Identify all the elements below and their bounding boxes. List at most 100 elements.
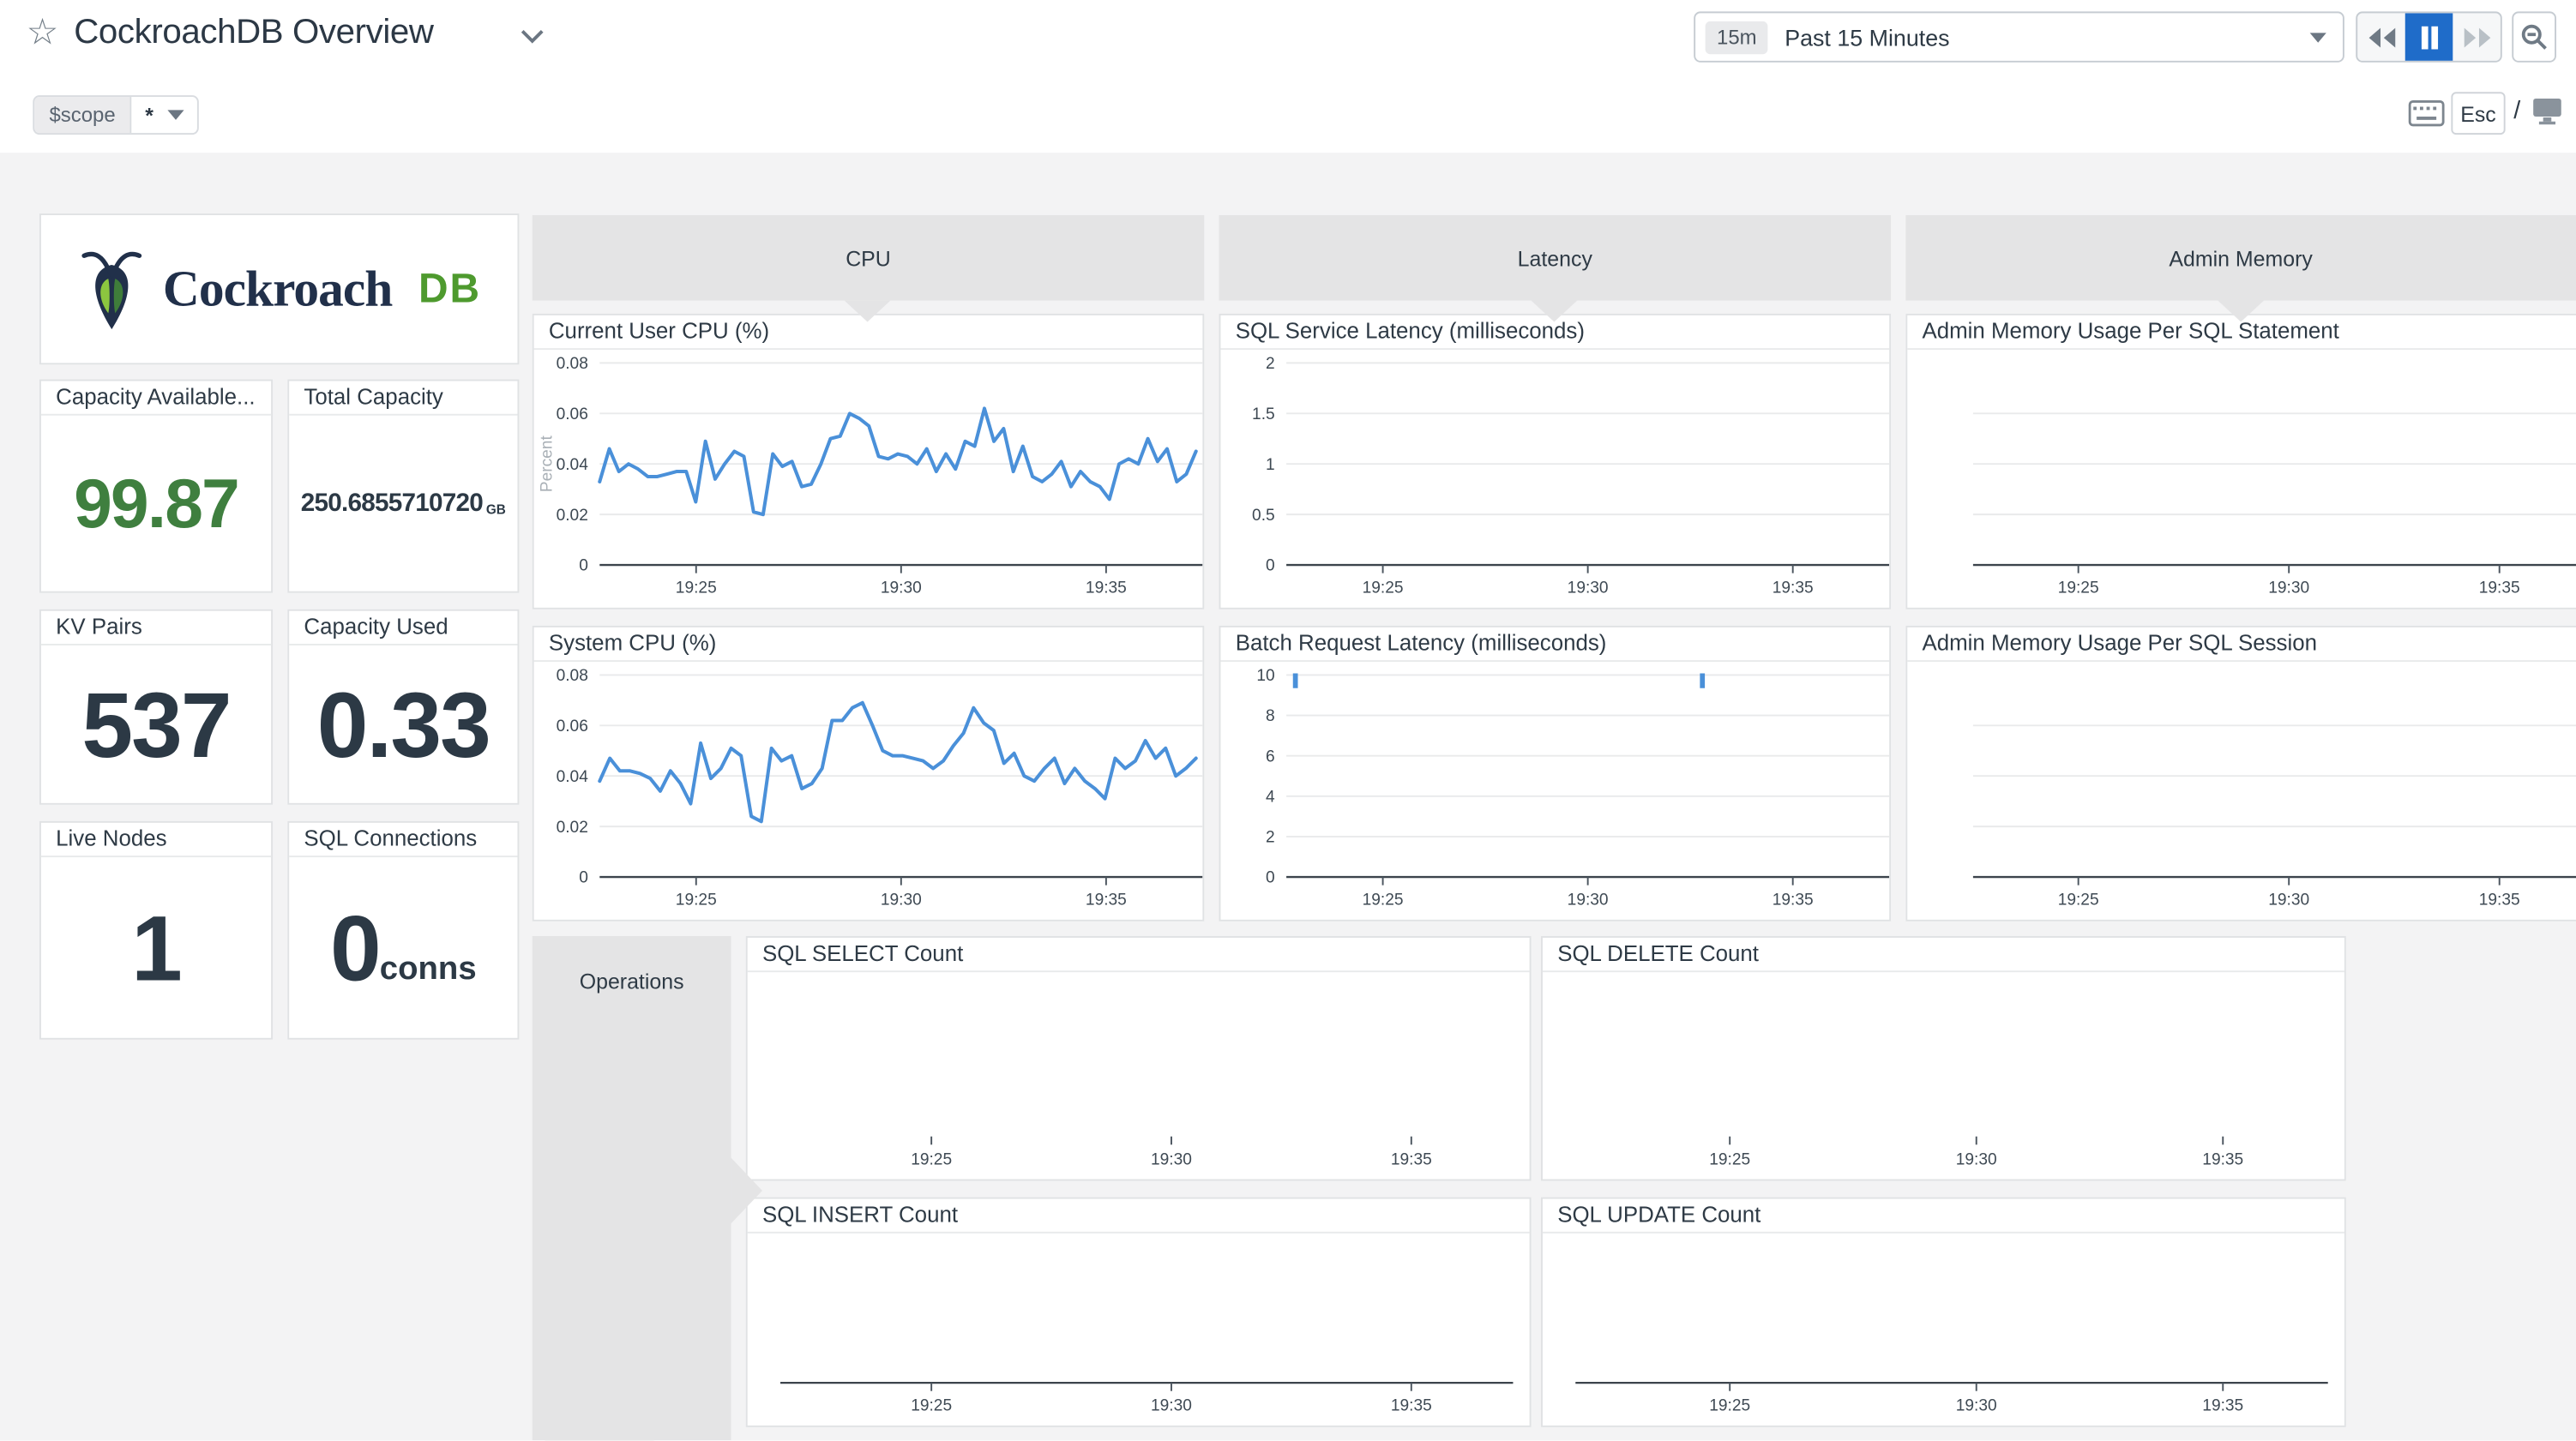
time-rewind-button[interactable] — [2357, 13, 2405, 61]
svg-text:0.06: 0.06 — [557, 717, 588, 736]
stat-card-capacity-available: Capacity Available... 99.87 — [39, 380, 273, 593]
chart-title: Batch Request Latency (milliseconds) — [1220, 627, 1889, 662]
time-playback-controls — [2356, 11, 2502, 62]
title-chevron-down-icon[interactable] — [519, 28, 545, 45]
svg-text:0: 0 — [1266, 557, 1275, 575]
chart-card-sql-service-latency: SQL Service Latency (milliseconds) 00.51… — [1219, 314, 1892, 609]
stat-card-total-capacity: Total Capacity 250.6855710720GB — [287, 380, 519, 593]
scope-variable-value: * — [145, 103, 153, 128]
time-range-selector[interactable]: 15m Past 15 Minutes — [1694, 11, 2344, 62]
svg-text:19:25: 19:25 — [1363, 892, 1404, 910]
favorite-star-icon[interactable]: ☆ — [27, 16, 59, 52]
chart-plot-sql-insert-count[interactable]: 19:2519:3019:35 — [748, 1234, 1530, 1426]
svg-text:1.5: 1.5 — [1252, 405, 1275, 423]
chart-plot-sql-delete-count[interactable]: 19:25 19:30 19:35 — [1543, 972, 2344, 1179]
group-notch-admin-memory — [2218, 301, 2264, 322]
stat-title: Capacity Available... — [41, 381, 271, 415]
stat-card-capacity-used: Capacity Used 0.33 — [287, 609, 519, 805]
chart-plot-sql-service-latency[interactable]: 00.511.5219:2519:3019:35 — [1220, 350, 1889, 608]
chart-card-batch-request-latency: Batch Request Latency (milliseconds) 024… — [1219, 626, 1892, 922]
group-header-latency[interactable]: Latency — [1219, 215, 1892, 301]
time-pause-button[interactable] — [2405, 13, 2453, 61]
keyboard-icon[interactable] — [2409, 100, 2445, 127]
zoom-out-icon — [2520, 23, 2549, 51]
group-header-cpu[interactable]: CPU — [533, 215, 1205, 301]
svg-text:0.06: 0.06 — [557, 405, 588, 423]
svg-text:10: 10 — [1256, 667, 1274, 685]
group-header-operations[interactable]: Operations — [533, 936, 731, 1440]
svg-text:19:30: 19:30 — [1151, 1397, 1192, 1415]
chart-plot-system-cpu[interactable]: 00.020.040.060.0819:2519:3019:35 — [534, 662, 1203, 920]
svg-text:19:30: 19:30 — [1956, 1150, 1997, 1168]
stat-title: Capacity Used — [289, 611, 517, 645]
svg-text:19:25: 19:25 — [911, 1397, 952, 1415]
svg-text:19:30: 19:30 — [1568, 579, 1609, 597]
svg-text:19:35: 19:35 — [2479, 892, 2520, 910]
chart-plot-admin-memory-per-statement[interactable]: 19:2519:3019:35 — [1907, 350, 2576, 608]
svg-text:0.08: 0.08 — [557, 667, 588, 685]
chart-card-admin-memory-per-statement: Admin Memory Usage Per SQL Statement 19:… — [1905, 314, 2576, 609]
stat-title: KV Pairs — [41, 611, 271, 645]
svg-text:0.04: 0.04 — [557, 456, 589, 474]
template-variable-scope[interactable]: $scope * — [33, 95, 199, 135]
rewind-icon — [2367, 26, 2396, 49]
stat-title: Live Nodes — [41, 823, 271, 857]
svg-text:19:30: 19:30 — [2268, 579, 2309, 597]
stat-title: SQL Connections — [289, 823, 517, 857]
svg-text:19:35: 19:35 — [1086, 579, 1127, 597]
svg-text:19:35: 19:35 — [2202, 1397, 2243, 1415]
chart-plot-current-user-cpu[interactable]: 00.020.040.060.0819:2519:3019:35Percent — [534, 350, 1203, 608]
svg-text:0.5: 0.5 — [1252, 507, 1275, 525]
chart-title: SQL DELETE Count — [1543, 938, 2344, 972]
svg-text:2: 2 — [1266, 829, 1275, 847]
stat-value-total-capacity: 250.6855710720 — [301, 489, 483, 518]
time-range-badge: 15m — [1706, 21, 1768, 53]
scope-caret-icon — [168, 110, 184, 119]
chart-plot-batch-request-latency[interactable]: 024681019:2519:3019:35 — [1220, 662, 1889, 920]
zoom-out-button[interactable] — [2512, 11, 2556, 62]
svg-text:0.02: 0.02 — [557, 819, 588, 837]
svg-text:0.04: 0.04 — [557, 768, 589, 786]
svg-text:19:35: 19:35 — [1773, 579, 1814, 597]
chart-card-sql-select-count: SQL SELECT Count 19:2519:3019:35 — [746, 936, 1532, 1180]
logo-brand-text: Cockroach — [163, 260, 392, 319]
esc-key-label: Esc — [2460, 101, 2496, 126]
svg-text:19:25: 19:25 — [2058, 579, 2099, 597]
page-title: CockroachDB Overview — [74, 13, 433, 52]
svg-text:19:25: 19:25 — [1709, 1150, 1750, 1168]
chart-plot-sql-select-count[interactable]: 19:2519:3019:35 — [748, 972, 1530, 1179]
svg-text:Percent: Percent — [539, 435, 557, 493]
stat-card-kv-pairs: KV Pairs 537 — [39, 609, 273, 805]
svg-text:0: 0 — [579, 869, 588, 887]
fullscreen-monitor-icon[interactable] — [2531, 97, 2562, 125]
svg-text:0.08: 0.08 — [557, 355, 588, 373]
chart-plot-admin-memory-per-session[interactable]: 19:2519:3019:35 — [1907, 662, 2576, 920]
chart-title: SQL SELECT Count — [748, 938, 1530, 972]
fast-forward-icon — [2462, 26, 2491, 49]
svg-text:0: 0 — [579, 557, 588, 575]
chart-title: Admin Memory Usage Per SQL Session — [1907, 627, 2576, 662]
group-notch-cpu — [845, 301, 891, 322]
svg-text:19:30: 19:30 — [1151, 1150, 1192, 1168]
svg-text:19:30: 19:30 — [881, 579, 922, 597]
svg-text:19:35: 19:35 — [1391, 1150, 1432, 1168]
stat-card-live-nodes: Live Nodes 1 — [39, 821, 273, 1040]
group-notch-latency — [1532, 301, 1578, 322]
svg-text:19:25: 19:25 — [676, 579, 717, 597]
svg-text:19:25: 19:25 — [676, 892, 717, 910]
chart-plot-sql-update-count[interactable]: 19:25 19:30 19:35 — [1543, 1234, 2344, 1426]
stat-unit-conns: conns — [380, 950, 477, 988]
stat-value-live-nodes: 1 — [131, 894, 181, 1001]
stat-value-kv-pairs: 537 — [81, 671, 230, 778]
stat-value-sql-connections: 0 — [330, 894, 380, 1001]
svg-text:19:35: 19:35 — [2202, 1150, 2243, 1168]
svg-text:19:25: 19:25 — [1709, 1397, 1750, 1415]
pause-icon — [2419, 26, 2439, 49]
esc-key-button[interactable]: Esc — [2451, 92, 2505, 135]
time-forward-button[interactable] — [2453, 13, 2501, 61]
time-range-caret-icon — [2310, 32, 2326, 41]
group-header-admin-memory[interactable]: Admin Memory — [1905, 215, 2576, 301]
svg-text:4: 4 — [1266, 788, 1275, 806]
svg-text:19:30: 19:30 — [1956, 1397, 1997, 1415]
chart-card-sql-update-count: SQL UPDATE Count 19:2519:3019:35 — [1541, 1198, 2346, 1427]
